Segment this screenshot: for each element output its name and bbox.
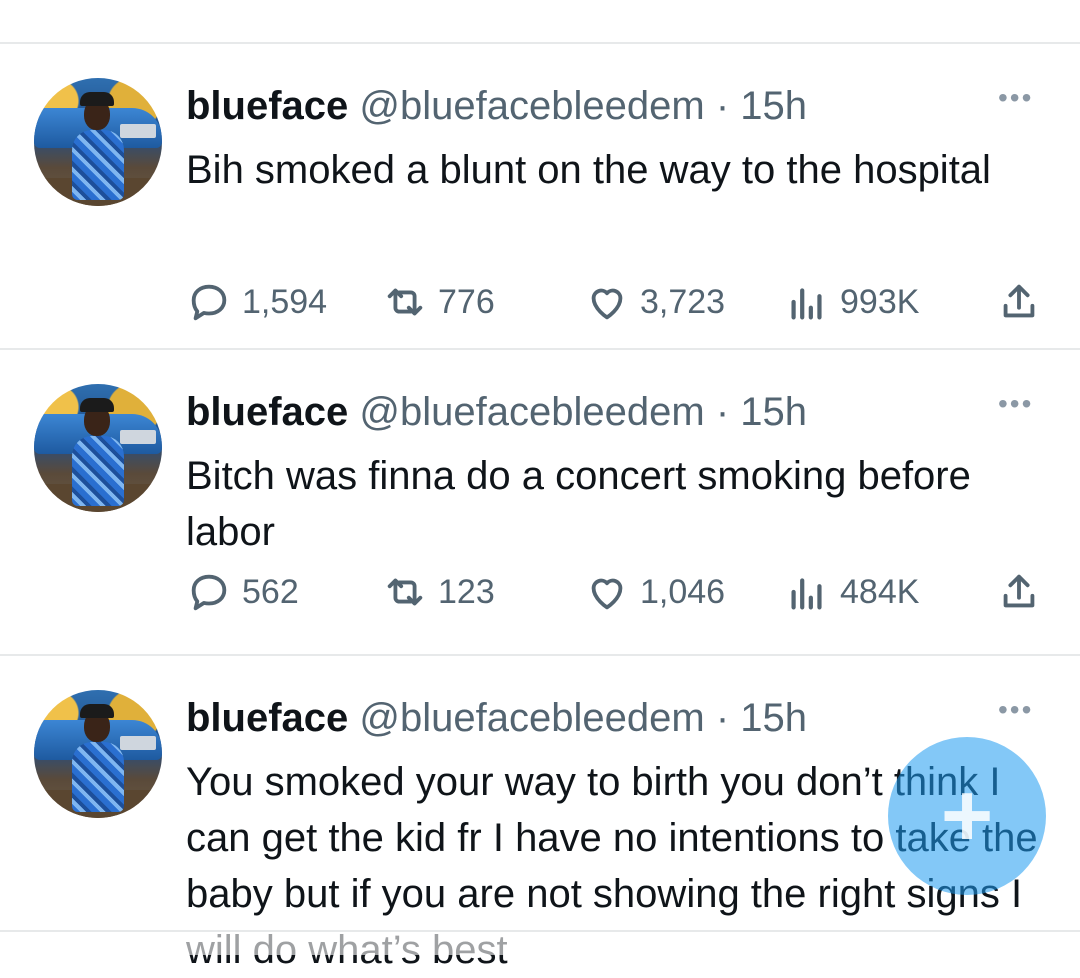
tweet[interactable]: blueface @bluefacebleedem · 15h ••• Bih … <box>0 44 1080 348</box>
tweet-header: blueface @bluefacebleedem · 15h <box>186 390 807 434</box>
timestamp[interactable]: 15h <box>740 390 807 434</box>
reply-icon <box>191 284 227 321</box>
compose-tweet-button[interactable]: + <box>888 737 1046 895</box>
action-bar: 1,594 776 3,723 993K <box>186 272 1046 332</box>
reply-count: 1,594 <box>242 282 328 321</box>
retweet-button[interactable]: 776 <box>382 272 495 332</box>
retweet-icon <box>387 578 423 606</box>
tweet[interactable]: blueface @bluefacebleedem · 15h ••• Bitc… <box>0 350 1080 654</box>
share-icon <box>1003 284 1035 318</box>
tweet-header: blueface @bluefacebleedem · 15h <box>186 84 807 128</box>
views-icon <box>791 578 822 610</box>
share-button[interactable] <box>996 562 1052 622</box>
tweet-text: Bih smoked a blunt on the way to the hos… <box>186 148 991 192</box>
heart-icon <box>591 578 623 610</box>
timestamp[interactable]: 15h <box>740 84 807 128</box>
bottom-navigation-bar <box>0 930 1080 955</box>
retweet-icon <box>387 288 423 316</box>
reply-button[interactable]: 562 <box>186 562 299 622</box>
reply-button[interactable]: 1,594 <box>186 272 327 332</box>
separator-dot: · <box>715 696 730 740</box>
like-count: 1,046 <box>640 572 726 611</box>
user-handle[interactable]: @bluefacebleedem <box>359 696 704 740</box>
display-name[interactable]: blueface <box>186 390 348 434</box>
share-button[interactable] <box>996 272 1052 332</box>
user-handle[interactable]: @bluefacebleedem <box>359 390 704 434</box>
user-handle[interactable]: @bluefacebleedem <box>359 84 704 128</box>
avatar[interactable] <box>34 78 162 206</box>
more-options-icon[interactable]: ••• <box>998 84 1033 112</box>
share-icon <box>1003 574 1035 608</box>
views-button[interactable]: 993K <box>784 272 919 332</box>
tweet-text: Bitch was finna do a concert smoking bef… <box>186 454 971 554</box>
like-button[interactable]: 1,046 <box>584 562 725 622</box>
display-name[interactable]: blueface <box>186 84 348 128</box>
display-name[interactable]: blueface <box>186 696 348 740</box>
retweet-button[interactable]: 123 <box>382 562 495 622</box>
heart-icon <box>591 288 623 320</box>
retweet-count: 776 <box>438 282 495 321</box>
like-count: 3,723 <box>640 282 726 321</box>
reply-icon <box>191 574 227 611</box>
retweet-count: 123 <box>438 572 495 611</box>
timestamp[interactable]: 15h <box>740 696 807 740</box>
avatar[interactable] <box>34 690 162 818</box>
action-bar: 562 123 1,046 484K <box>186 562 1046 622</box>
separator-dot: · <box>715 390 730 434</box>
view-count: 484K <box>840 572 920 611</box>
view-count: 993K <box>840 282 920 321</box>
views-icon <box>791 288 822 320</box>
more-options-icon[interactable]: ••• <box>998 696 1033 724</box>
like-button[interactable]: 3,723 <box>584 272 725 332</box>
previous-tweet-stub: ˋ <box>200 0 206 12</box>
more-options-icon[interactable]: ••• <box>998 390 1033 418</box>
tweet-header: blueface @bluefacebleedem · 15h <box>186 696 807 740</box>
reply-count: 562 <box>242 572 299 611</box>
avatar[interactable] <box>34 384 162 512</box>
separator-dot: · <box>715 84 730 128</box>
views-button[interactable]: 484K <box>784 562 919 622</box>
